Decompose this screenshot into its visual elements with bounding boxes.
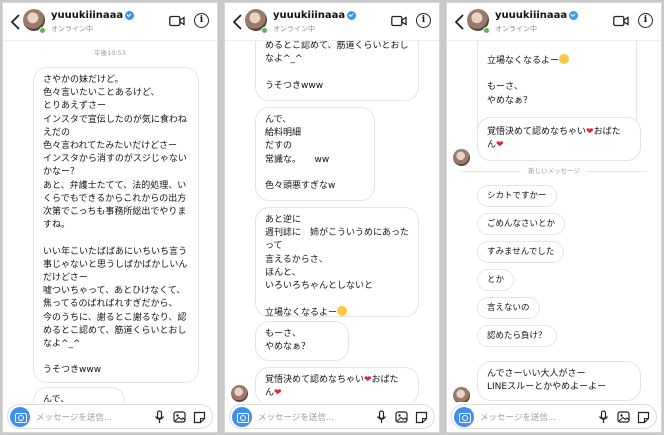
online-status: オンライン中: [51, 25, 93, 33]
chat-header: yuuukiiinaaa オンライン中 i: [447, 3, 661, 41]
gallery-icon[interactable]: [173, 410, 186, 424]
video-camera-icon[interactable]: [391, 15, 407, 27]
verified-badge-icon: [125, 10, 135, 20]
red-heart-emoji: ❤: [364, 375, 372, 385]
message-bubble: 認めたら負け？: [477, 325, 557, 347]
online-indicator: [483, 27, 490, 34]
message-bubble: シカトですかー: [477, 185, 557, 207]
online-indicator: [39, 27, 46, 34]
online-status: オンライン中: [495, 25, 537, 33]
avatar: [231, 385, 248, 402]
red-heart-emoji: ❤: [586, 127, 594, 137]
message-bubble: んでさーいい大人がさー LINEスルーとかやめよーよー: [477, 361, 641, 401]
message-bubble: さやかの妹だけど。 色々言いたいことあるけど、 とりあえずさー インスタで宣伝し…: [33, 67, 199, 383]
message-bubble: んで、 給料明細 だすの 常識な。 ww 色々頭悪すぎなw: [255, 107, 375, 201]
message-composer: メッセージを送信...: [229, 404, 435, 429]
message-bubble: んで、: [33, 387, 125, 402]
message-bubble: ごめんなさいとか: [477, 213, 566, 235]
camera-icon[interactable]: [232, 407, 252, 427]
message-input[interactable]: メッセージを送信...: [480, 411, 556, 423]
message-timestamp: 午後10:53: [94, 49, 126, 57]
message-text: あと逆に 週刊誌に 姉がこういうめにあった って 言えるからさ、 ほんと、 いろ…: [265, 215, 410, 317]
microphone-icon[interactable]: [375, 410, 388, 424]
message-thread: 午後10:53 さやかの妹だけど。 色々言いたいことあるけど、 とりあえずさー …: [3, 41, 217, 402]
message-bubble: 覚悟決めて認めなちゃい❤おばた ん❤: [255, 367, 419, 402]
dm-panel-1: yuuukiiinaaa オンライン中 i 午後10:53 さやかの妹だけど。 …: [2, 2, 218, 433]
verified-badge-icon: [347, 10, 357, 20]
chat-header: yuuukiiinaaa オンライン中 i: [3, 3, 217, 41]
message-bubble: すみませんでした: [477, 241, 565, 263]
username[interactable]: yuuukiiinaaa: [273, 10, 357, 21]
new-messages-divider: 新しいメッセージ: [461, 167, 647, 176]
message-bubble: めるとこ認めて、筋道くらいとおし なよ^_^ うそつきwww: [255, 41, 419, 101]
message-input[interactable]: メッセージを送信...: [258, 411, 334, 423]
back-chevron-icon[interactable]: [231, 12, 245, 32]
sticker-icon[interactable]: [415, 410, 428, 424]
red-heart-emoji: ❤: [274, 388, 282, 399]
video-camera-icon[interactable]: [169, 15, 185, 27]
camera-icon[interactable]: [454, 407, 474, 427]
message-thread: 立場なくなるよーもーさ、 やめなぁ？ 覚悟決めて認めなちゃい❤おばた ん❤ 新し…: [447, 41, 661, 402]
message-thread: めるとこ認めて、筋道くらいとおし なよ^_^ うそつきwww んで、 給料明細 …: [225, 41, 439, 402]
microphone-icon[interactable]: [153, 410, 166, 424]
message-bubble: 覚悟決めて認めなちゃい❤おばた ん❤: [477, 117, 641, 161]
message-bubble: もーさ、 やめなぁ？: [255, 321, 349, 361]
microphone-icon[interactable]: [597, 410, 610, 424]
message-composer: メッセージを送信...: [451, 404, 657, 429]
grinning-face-emoji: [559, 54, 570, 64]
grinning-face-emoji: [337, 306, 348, 316]
verified-badge-icon: [569, 10, 579, 20]
camera-icon[interactable]: [10, 407, 30, 427]
message-text: もーさ、 やめなぁ？: [487, 82, 533, 106]
chat-header: yuuukiiinaaa オンライン中 i: [225, 3, 439, 41]
message-input[interactable]: メッセージを送信...: [36, 411, 112, 423]
video-camera-icon[interactable]: [613, 15, 629, 27]
username[interactable]: yuuukiiinaaa: [51, 10, 135, 21]
avatar: [453, 387, 470, 402]
red-heart-emoji: ❤: [496, 140, 504, 151]
username-text: yuuukiiinaaa: [495, 10, 568, 21]
dm-panel-3: yuuukiiinaaa オンライン中 i 立場なくなるよーもーさ、 やめなぁ？…: [446, 2, 662, 433]
gallery-icon[interactable]: [617, 410, 630, 424]
dm-panel-2: yuuukiiinaaa オンライン中 i めるとこ認めて、筋道くらいとおし な…: [224, 2, 440, 433]
online-indicator: [261, 27, 268, 34]
username[interactable]: yuuukiiinaaa: [495, 10, 579, 21]
message-text: 覚悟決めて認めなちゃい: [487, 127, 587, 137]
message-bubble: 言えないの: [477, 297, 540, 319]
sticker-icon[interactable]: [193, 410, 206, 424]
online-status: オンライン中: [273, 25, 315, 33]
message-bubble: とか: [477, 269, 515, 291]
gallery-icon[interactable]: [395, 410, 408, 424]
back-chevron-icon[interactable]: [9, 12, 23, 32]
info-icon[interactable]: i: [194, 13, 209, 28]
screenshot-collage: yuuukiiinaaa オンライン中 i 午後10:53 さやかの妹だけど。 …: [0, 0, 664, 435]
username-text: yuuukiiinaaa: [273, 10, 346, 21]
message-text: 立場なくなるよー: [487, 56, 560, 66]
divider-line: [587, 171, 647, 172]
sticker-icon[interactable]: [637, 410, 650, 424]
message-bubble: あと逆に 週刊誌に 姉がこういうめにあった って 言えるからさ、 ほんと、 いろ…: [255, 207, 419, 317]
avatar: [453, 149, 470, 166]
message-composer: メッセージを送信...: [7, 404, 213, 429]
back-chevron-icon[interactable]: [453, 12, 467, 32]
info-icon[interactable]: i: [416, 13, 431, 28]
message-text: 覚悟決めて認めなちゃい: [265, 375, 365, 385]
username-text: yuuukiiinaaa: [51, 10, 124, 21]
info-icon[interactable]: i: [638, 13, 653, 28]
